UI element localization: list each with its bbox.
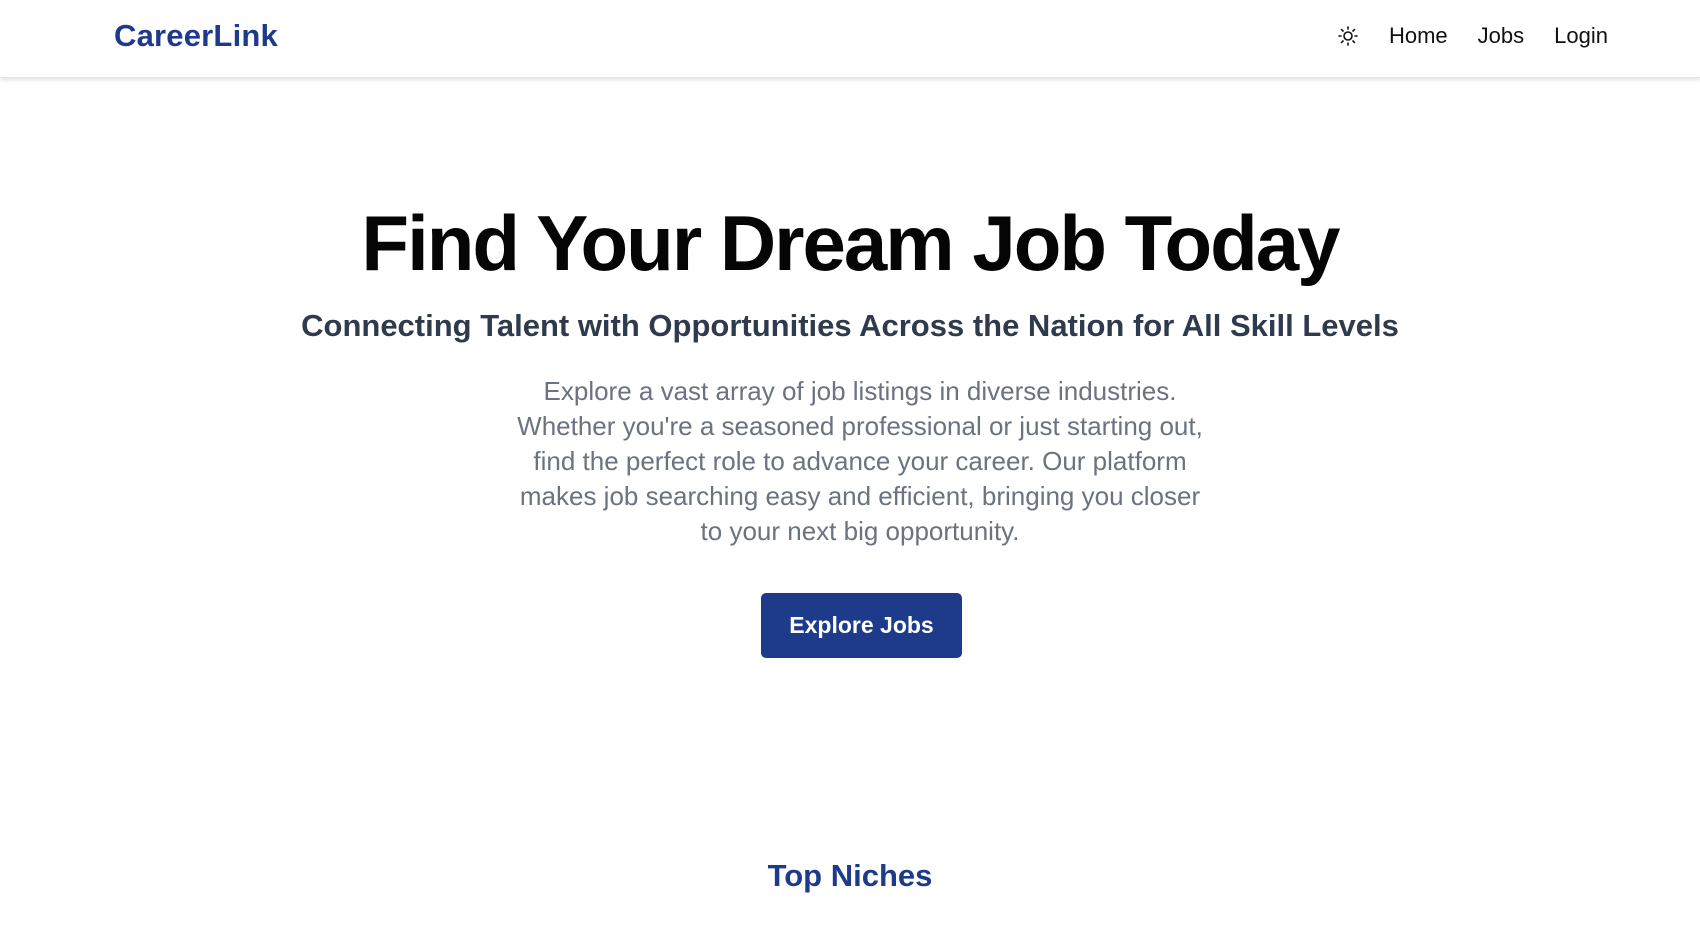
hero-description-line: to your next big opportunity. (700, 516, 1020, 546)
hero-description: Explore a vast array of job listings in … (480, 374, 1240, 549)
sun-icon[interactable] (1337, 25, 1359, 47)
nav-menu: Home Jobs Login (1337, 23, 1608, 49)
hero-description-line: find the perfect role to advance your ca… (533, 446, 1187, 476)
nav-link-home[interactable]: Home (1389, 23, 1448, 49)
top-niches-heading: Top Niches (767, 858, 933, 893)
hero-description-line: makes job searching easy and efficient, … (519, 481, 1201, 511)
hero-description-line: Whether you're a seasoned professional o… (517, 411, 1203, 441)
brand-logo[interactable]: CareerLink (114, 18, 278, 54)
navbar: CareerLink Home Jobs Login (0, 0, 1700, 78)
hero-title: Find Your Dream Job Today (361, 199, 1340, 287)
nav-link-jobs[interactable]: Jobs (1478, 23, 1524, 49)
explore-jobs-button[interactable]: Explore Jobs (761, 593, 962, 658)
hero-subtitle: Connecting Talent with Opportunities Acr… (301, 308, 1399, 343)
nav-link-login[interactable]: Login (1554, 23, 1608, 49)
hero-section: Find Your Dream Job Today Connecting Tal… (0, 78, 1700, 933)
hero-description-line: Explore a vast array of job listings in … (543, 376, 1177, 406)
